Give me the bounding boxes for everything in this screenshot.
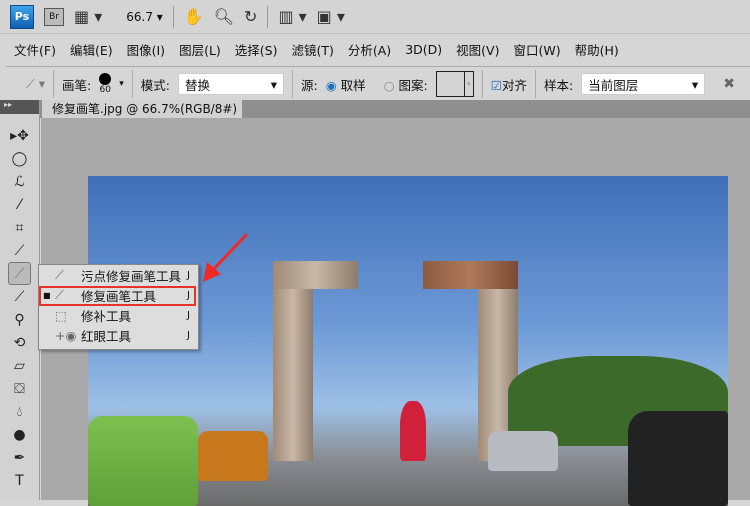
rotate-view-icon[interactable]: ↻ [244, 7, 257, 26]
shortcut: J [187, 269, 190, 281]
pattern-radio[interactable]: ○ 图案: [384, 75, 428, 94]
menu-filter[interactable]: 滤镜(T) [291, 40, 333, 59]
highlight-box-annotation [39, 286, 196, 306]
menu-file[interactable]: 文件(F) [14, 40, 56, 59]
red-arrow-annotation [203, 232, 249, 282]
tools-panel: ▸▸ ▸✥ ◯ ℒ ⁄ ⌗ ⟋ ⟋ ⟋ ⚲ ⟲ ▱ ⛋ 💧︎ ● ✒ T [0, 100, 40, 500]
tool-preset-picker[interactable]: ⟋ ▾ [26, 76, 45, 92]
mode-label: 模式: [140, 77, 170, 93]
menu-select[interactable]: 选择(S) [235, 40, 278, 59]
car-silver [488, 431, 558, 471]
menu-3d[interactable]: 3D(D) [405, 42, 442, 57]
zoom-level-select[interactable]: 66.7 ▾ [126, 10, 163, 24]
healing-brush-tool-icon[interactable]: ⟋ [8, 262, 31, 285]
menu-edit[interactable]: 编辑(E) [70, 40, 113, 59]
menu-layer[interactable]: 图层(L) [179, 40, 221, 59]
menu-view[interactable]: 视图(V) [456, 40, 499, 59]
hand-tool-icon[interactable]: ✋ [184, 7, 204, 26]
collapse-panel-icon[interactable]: ▸▸ [0, 100, 39, 114]
zoom-level: 66.7 [126, 9, 153, 24]
options-bar: ⟋ ▾ 画笔: 60 ▾ 模式: 替换 ▾ 源: ◉ 取样 ○ 图案: ▾ ☑对齐… [6, 66, 750, 102]
ignore-adjustment-layers-icon[interactable]: ✖ [723, 76, 735, 92]
patch-tool-icon: ⬚ [55, 307, 67, 323]
document-title: 修复画笔.jpg @ 66.7%(RGB/8#) [52, 102, 238, 116]
divider [267, 5, 269, 28]
marquee-tool-icon[interactable]: ◯ [0, 147, 39, 170]
brush-label: 画笔: [62, 77, 92, 93]
brush-size: 60 [99, 85, 111, 95]
sampled-radio[interactable]: ◉ 取样 [326, 75, 366, 94]
sample-select[interactable]: 当前图层 ▾ [581, 73, 706, 95]
car-black [628, 411, 728, 506]
gate-pillar-left [273, 261, 313, 461]
sampled-label: 取样 [340, 77, 366, 93]
paint-bucket-tool-icon[interactable]: ⛋ [0, 377, 39, 400]
photoshop-logo: Ps [10, 4, 34, 29]
eyedropper-tool-icon[interactable]: ⟋ [0, 239, 39, 262]
type-tool-icon[interactable]: T [0, 469, 39, 492]
document-tab[interactable]: 修复画笔.jpg @ 66.7%(RGB/8#) × [42, 100, 242, 134]
shortcut: J [187, 309, 190, 321]
divider [481, 70, 483, 98]
aligned-checkbox[interactable]: ☑对齐 [491, 75, 527, 94]
gate-pillar-right-top [423, 261, 518, 289]
eraser-tool-icon[interactable]: ▱ [0, 354, 39, 377]
car-orange [198, 431, 268, 481]
item-label: 红眼工具 [81, 328, 132, 344]
zoom-tool-icon[interactable]: 🔍︎ [214, 7, 234, 26]
spot-healing-brush-icon: ⟋ [55, 267, 64, 282]
car-green [88, 416, 198, 506]
bridge-button[interactable]: Br [44, 7, 64, 26]
magic-wand-tool-icon[interactable]: ⁄ [0, 193, 39, 216]
screen-mode-icon[interactable]: ▣ ▾ [317, 7, 345, 26]
source-label: 源: [300, 77, 318, 93]
sample-label: 样本: [543, 77, 574, 93]
menu-image[interactable]: 图像(I) [127, 40, 165, 59]
arrange-documents-icon[interactable]: ▥ ▾ [278, 7, 306, 26]
gate-pillar-left-top [273, 261, 358, 289]
menu-window[interactable]: 窗口(W) [513, 40, 560, 59]
flyout-item-red-eye[interactable]: +◉ 红眼工具 J [39, 325, 198, 345]
pattern-picker[interactable]: ▾ [435, 71, 474, 97]
shortcut: J [187, 329, 190, 341]
flyout-item-spot-healing-brush[interactable]: ⟋ 污点修复画笔工具 J [39, 265, 198, 285]
view-extras-icon[interactable]: ▦ ▾ [74, 7, 102, 26]
flyout-item-patch[interactable]: ⬚ 修补工具 J [39, 305, 198, 325]
item-label: 污点修复画笔工具 [81, 268, 182, 284]
application-bar: Ps Br ▦ ▾ 66.7 ▾ ✋ 🔍︎ ↻ ▥ ▾ ▣ ▾ [0, 0, 750, 34]
aligned-label: 对齐 [501, 77, 527, 93]
mode-select[interactable]: 替换 ▾ [177, 73, 284, 95]
document-tab-bar: 修复画笔.jpg @ 66.7%(RGB/8#) × [0, 100, 750, 134]
red-eye-tool-icon: +◉ [55, 327, 77, 343]
divider [131, 70, 133, 98]
move-tool-icon[interactable]: ▸✥ [0, 124, 39, 147]
item-label: 修补工具 [81, 308, 132, 324]
divider [291, 70, 293, 98]
menu-analysis[interactable]: 分析(A) [348, 40, 391, 59]
clone-stamp-tool-icon[interactable]: ⚲ [0, 308, 39, 331]
blur-tool-icon[interactable]: 💧︎ [0, 400, 39, 423]
person [400, 401, 426, 461]
brush-picker[interactable]: 60 [99, 73, 112, 95]
lasso-tool-icon[interactable]: ℒ [0, 170, 39, 193]
sample-value: 当前图层 [588, 77, 639, 93]
history-brush-tool-icon[interactable]: ⟲ [0, 331, 39, 354]
divider [172, 5, 174, 28]
pen-tool-icon[interactable]: ✒ [0, 446, 39, 469]
mode-value: 替换 [184, 77, 210, 93]
divider [53, 70, 54, 98]
healing-tools-flyout: ⟋ 污点修复画笔工具 J ■ ⟋ 修复画笔工具 J ⬚ 修补工具 J +◉ 红眼工具 J [38, 264, 199, 350]
divider [534, 70, 536, 98]
pattern-label: 图案: [398, 77, 428, 93]
menu-bar: 文件(F) 编辑(E) 图像(I) 图层(L) 选择(S) 滤镜(T) 分析(A… [0, 36, 750, 62]
brush-tool-icon[interactable]: ⟋ [0, 285, 39, 308]
crop-tool-icon[interactable]: ⌗ [0, 216, 39, 239]
dodge-tool-icon[interactable]: ● [0, 423, 39, 446]
menu-help[interactable]: 帮助(H) [575, 40, 619, 59]
